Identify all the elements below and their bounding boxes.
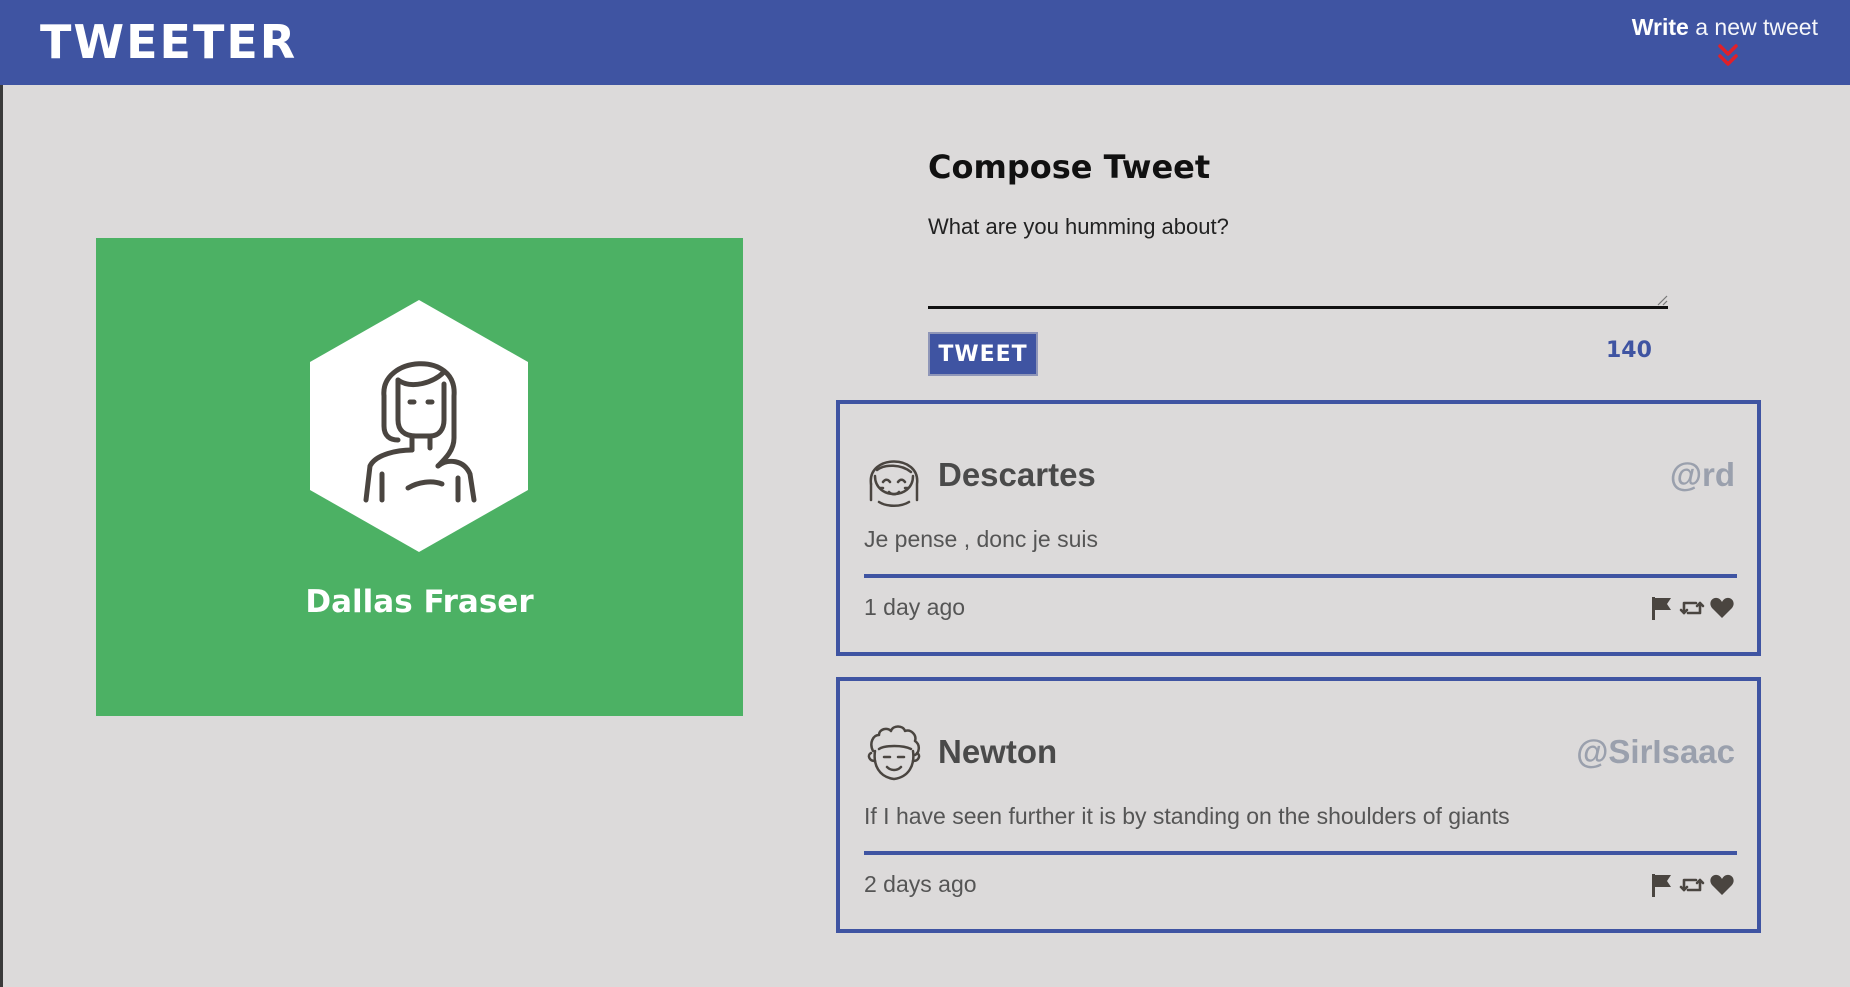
tweet-submit-button[interactable]: TWEET [928, 332, 1038, 376]
heart-icon[interactable] [1709, 872, 1735, 898]
tweet-author-handle: @SirIsaac [1576, 733, 1735, 770]
tweet-actions [1649, 594, 1735, 622]
girl-avatar-icon [869, 460, 919, 507]
tweet-timestamp: 2 days ago [864, 871, 977, 897]
tweet-text-input[interactable] [928, 214, 1668, 309]
retweet-icon[interactable] [1679, 872, 1705, 898]
tweet-divider [864, 574, 1737, 578]
woman-avatar-icon [310, 300, 528, 552]
flag-icon[interactable] [1649, 872, 1675, 898]
tweet-divider [864, 851, 1737, 855]
tweet-card: Newton @SirIsaac If I have seen further … [836, 677, 1761, 933]
tweet-author-name: Descartes [938, 456, 1096, 493]
tweet-content: Je pense , donc je suis [864, 526, 1098, 552]
retweet-icon[interactable] [1679, 595, 1705, 621]
app-logo: TWEETER [40, 15, 298, 69]
tweet-author-name: Newton [938, 733, 1058, 770]
tweet-actions [1649, 871, 1735, 899]
double-chevron-down-icon[interactable] [1717, 43, 1739, 69]
profile-name: Dallas Fraser [305, 584, 534, 620]
tweet-author-handle: @rd [1669, 456, 1735, 493]
heart-icon[interactable] [1709, 595, 1735, 621]
tweet-card: Descartes @rd Je pense , donc je suis 1 … [836, 400, 1761, 656]
character-counter: 140 [1606, 338, 1652, 363]
flag-icon[interactable] [1649, 595, 1675, 621]
write-label: Write [1631, 14, 1689, 40]
tweet-timestamp: 1 day ago [864, 594, 966, 620]
resize-grip-icon[interactable] [1656, 294, 1668, 306]
compose-title: Compose Tweet [928, 148, 1211, 186]
new-tweet-label: a new tweet [1688, 14, 1818, 40]
write-new-tweet-toggle[interactable]: Write a new tweet [1618, 14, 1818, 41]
curly-haired-man-avatar-icon [867, 725, 921, 781]
profile-card: Dallas Fraser [96, 238, 743, 716]
tweet-content: If I have seen further it is by standing… [864, 803, 1510, 829]
navbar: TWEETER Write a new tweet [0, 0, 1850, 85]
window-edge [0, 0, 3, 987]
